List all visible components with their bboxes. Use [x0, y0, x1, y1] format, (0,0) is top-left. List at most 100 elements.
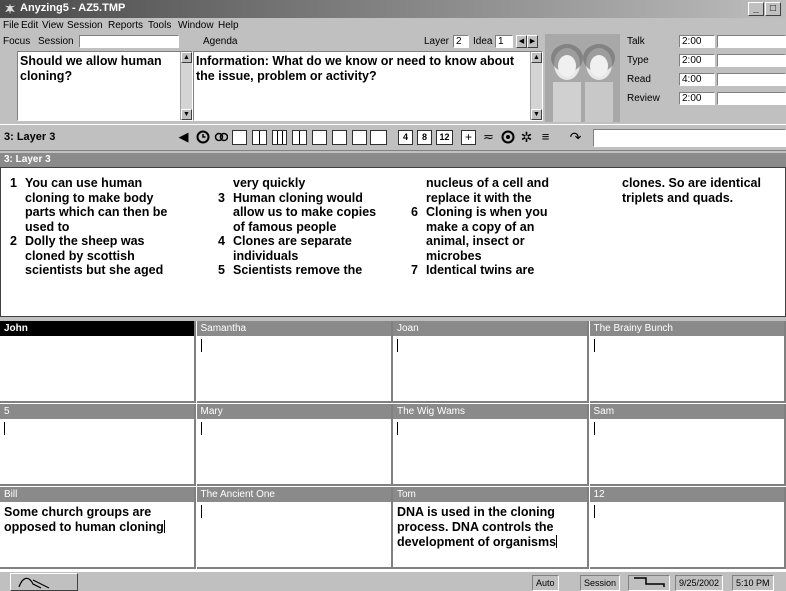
focus-scrollbar[interactable]: ▲ ▼: [180, 52, 192, 120]
agenda-textbox[interactable]: Information: What do we know or need to …: [193, 51, 543, 121]
single-box-icon[interactable]: [232, 130, 247, 145]
session-field[interactable]: [79, 35, 179, 48]
scroll-up-icon[interactable]: ▲: [531, 52, 542, 63]
list-icon[interactable]: ≡: [538, 130, 553, 145]
timer-field-type[interactable]: 2:00: [679, 54, 715, 67]
menu-view[interactable]: View: [42, 20, 64, 31]
idea-field[interactable]: 1: [495, 35, 513, 48]
participant-text: Some church groups are opposed to human …: [4, 505, 164, 534]
menu-tools[interactable]: Tools: [148, 20, 171, 31]
layer-field[interactable]: 2: [453, 35, 469, 48]
six-column-icon[interactable]: [332, 130, 347, 145]
view-12-button[interactable]: 12: [436, 130, 453, 145]
idea-item[interactable]: 2 Dolly the sheep was cloned by scottish sc…: [10, 234, 210, 278]
participant-cell[interactable]: Mary: [196, 404, 393, 486]
back-arrow-icon[interactable]: ◀: [176, 130, 191, 145]
idea-text-line: Human cloning would: [233, 190, 363, 205]
participant-input[interactable]: [0, 419, 194, 440]
idea-next-button[interactable]: ▶: [527, 35, 538, 48]
gear-icon[interactable]: ✲: [519, 130, 534, 145]
participant-cell[interactable]: Tom DNA is used in the cloning process. D…: [393, 487, 589, 569]
two-column-icon[interactable]: [252, 130, 267, 145]
participant-input[interactable]: DNA is used in the cloning process. DNA …: [393, 502, 587, 553]
eight-column-icon[interactable]: [370, 130, 387, 145]
scroll-down-icon[interactable]: ▼: [531, 109, 542, 120]
five-column-icon[interactable]: [312, 130, 327, 145]
participant-cell[interactable]: 5: [0, 404, 196, 486]
participant-name: The Wig Wams: [393, 404, 587, 419]
participant-cell[interactable]: The Ancient One: [196, 487, 393, 569]
timer-field-review[interactable]: 2:00: [679, 92, 715, 105]
scroll-up-icon[interactable]: ▲: [181, 52, 192, 63]
participant-cell[interactable]: The Wig Wams: [393, 404, 589, 486]
menu-session[interactable]: Session: [67, 20, 103, 31]
view-8-button[interactable]: 8: [417, 130, 432, 145]
toolbar-combo[interactable]: [593, 129, 786, 147]
add-icon[interactable]: +: [461, 130, 476, 145]
idea-item[interactable]: 3 Human cloning would allow us to make cop…: [218, 191, 413, 235]
participant-input[interactable]: [197, 336, 391, 357]
shuffle-icon[interactable]: [213, 130, 228, 145]
four-column-icon[interactable]: [292, 130, 307, 145]
focus-textbox[interactable]: Should we allow human cloning? ▲ ▼: [17, 51, 193, 121]
draw-tool-button[interactable]: [10, 573, 78, 591]
idea-item[interactable]: 7 Identical twins are: [411, 263, 611, 278]
scroll-down-icon[interactable]: ▼: [181, 109, 192, 120]
redo-icon[interactable]: ↷: [568, 130, 583, 145]
three-column-icon[interactable]: [272, 130, 287, 145]
menu-file[interactable]: File: [3, 20, 19, 31]
participant-input[interactable]: [393, 419, 587, 440]
idea-number: [218, 176, 233, 191]
minimize-button[interactable]: _: [748, 2, 764, 16]
idea-prev-button[interactable]: ◀: [516, 35, 527, 48]
menu-reports[interactable]: Reports: [108, 20, 143, 31]
ideas-panel[interactable]: 1 You can use human cloning to make body pa…: [0, 167, 786, 317]
participant-cell[interactable]: Sam: [589, 404, 786, 486]
idea-text: Cloning is when you make a copy of an anim…: [426, 205, 548, 263]
idea-item[interactable]: 1 You can use human cloning to make body pa…: [10, 176, 210, 234]
participant-cell[interactable]: Joan: [393, 321, 589, 403]
participant-input[interactable]: [590, 336, 784, 357]
idea-number: 7: [411, 263, 418, 277]
participant-input[interactable]: [590, 419, 784, 440]
seven-column-icon[interactable]: [352, 130, 367, 145]
participant-cell[interactable]: 12: [589, 487, 786, 569]
participant-cell[interactable]: John: [0, 321, 196, 403]
record-icon[interactable]: [500, 130, 515, 145]
menu-help[interactable]: Help: [218, 20, 239, 31]
participant-cell[interactable]: Samantha: [196, 321, 393, 403]
idea-item[interactable]: 5 Scientists remove the: [218, 263, 413, 278]
participant-name: 12: [589, 487, 784, 502]
participant-cell[interactable]: Bill Some church groups are opposed to hu…: [0, 487, 196, 569]
menu-window[interactable]: Window: [178, 20, 214, 31]
participant-input[interactable]: [197, 419, 391, 440]
participant-input[interactable]: Some church groups are opposed to human …: [0, 502, 194, 538]
participant-cell[interactable]: The Brainy Bunch: [589, 321, 786, 403]
participant-input[interactable]: [0, 336, 194, 342]
idea-item[interactable]: 4 Clones are separate individuals: [218, 234, 413, 263]
participant-input[interactable]: [197, 502, 391, 523]
idea-item[interactable]: very quickly: [218, 176, 413, 191]
text-caret: [200, 505, 202, 518]
menu-edit[interactable]: Edit: [21, 20, 38, 31]
filter-icon[interactable]: ≂: [481, 130, 496, 145]
idea-item[interactable]: clones. So are identical triplets and qua…: [607, 176, 786, 205]
participant-name: The Brainy Bunch: [589, 321, 784, 336]
view-4-button[interactable]: 4: [398, 130, 413, 145]
idea-item[interactable]: nucleus of a cell and replace it with the: [411, 176, 611, 205]
timer-field-talk[interactable]: 2:00: [679, 35, 715, 48]
text-caret: [163, 520, 165, 533]
maximize-button[interactable]: □: [765, 2, 781, 16]
idea-item[interactable]: 6 Cloning is when you make a copy of an ani…: [411, 205, 611, 263]
timer-field-read[interactable]: 4:00: [679, 73, 715, 86]
current-layer-label: 3: Layer 3: [4, 131, 56, 143]
focus-text: Should we allow human cloning?: [20, 54, 162, 83]
timer-label-read: Read: [627, 74, 651, 85]
time-indicator: 5:10 PM: [732, 575, 774, 591]
participant-input[interactable]: [393, 336, 587, 357]
participant-name: Bill: [0, 487, 194, 502]
agenda-scrollbar[interactable]: ▲ ▼: [530, 52, 542, 120]
clock-icon[interactable]: [195, 130, 210, 145]
participant-input[interactable]: [590, 502, 784, 523]
idea-text-line: cloned by scottish: [25, 248, 135, 263]
